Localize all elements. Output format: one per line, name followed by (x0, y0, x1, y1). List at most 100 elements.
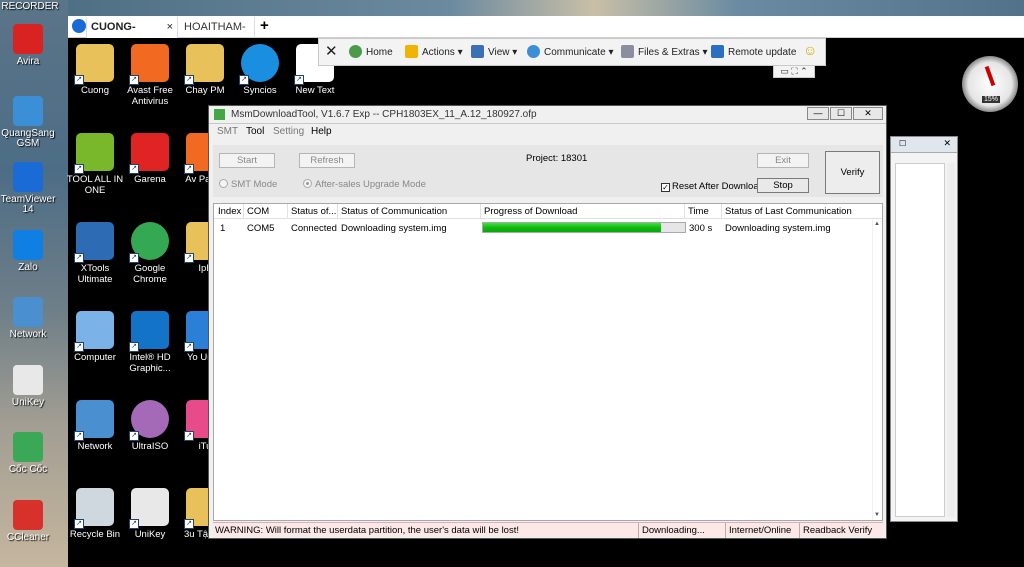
table-row[interactable]: 1 COM5 Connected Downloading system.img … (214, 220, 882, 236)
after-sales-mode-label: After-sales Upgrade Mode (315, 179, 426, 190)
menu-smt[interactable]: SMT (217, 126, 238, 137)
android-icon: ↗ (74, 133, 114, 174)
control-panel: Start Refresh Project: 18301 Exit Verify… (213, 145, 883, 197)
desktop-shortcut-label: UniKey (134, 529, 166, 540)
desktop-shortcut[interactable]: TeamViewer 14 (0, 162, 56, 215)
cell-com: COM5 (247, 223, 275, 234)
desktop-shortcut[interactable]: ↗ Chay PM (176, 44, 234, 97)
desktop-shortcut[interactable]: ↗ Syncios (231, 44, 289, 97)
feedback-smiley-icon[interactable]: ☺ (803, 42, 817, 58)
desktop-shortcut-label: Syncios (243, 85, 277, 96)
desktop-shortcut[interactable]: ↗ Intel® HD Graphic... (121, 311, 179, 374)
desktop-shortcut[interactable]: ↗ UniKey (121, 488, 179, 541)
avira-icon (13, 24, 43, 54)
desktop-shortcut-label: CCleaner (6, 532, 50, 543)
scroll-down-icon[interactable]: ▼ (874, 512, 880, 518)
desktop-shortcut[interactable]: Zalo (0, 230, 56, 273)
column-header-com[interactable]: COM (247, 206, 269, 217)
close-session-button[interactable]: ✕ (325, 42, 338, 60)
close-icon[interactable]: ✕ (943, 138, 951, 149)
view-menu[interactable]: View ▾ (471, 45, 517, 58)
desktop-shortcut-label: Avast Free Antivirus (127, 85, 173, 107)
desktop-shortcut[interactable]: ↗ Avast Free Antivirus (121, 44, 179, 107)
app-download-icon (214, 109, 225, 120)
desktop-shortcut[interactable]: Network (0, 297, 56, 340)
cell-status: Connected (291, 223, 337, 234)
scrollbar[interactable] (947, 163, 955, 517)
desktop-shortcut[interactable]: UniKey (0, 365, 56, 408)
shortcut-arrow-icon: ↗ (184, 519, 194, 529)
column-header-index[interactable]: Index (218, 206, 241, 217)
desktop-shortcut-label: Cuong (81, 85, 109, 96)
column-header-status[interactable]: Status of... (291, 206, 336, 217)
after-sales-mode-radio[interactable]: After-sales Upgrade Mode (303, 179, 426, 190)
shortcut-arrow-icon: ↗ (184, 253, 194, 263)
shortcut-arrow-icon: ↗ (74, 431, 84, 441)
desktop-shortcut[interactable]: ↗ Google Chrome (121, 222, 179, 285)
actions-menu[interactable]: Actions ▾ (405, 45, 463, 58)
tab-hoaitham-pc[interactable]: HOAITHAM-PC (180, 17, 255, 53)
menu-help[interactable]: Help (311, 126, 332, 137)
unikey-icon (13, 365, 43, 395)
desktop-shortcut-label: UniKey (11, 397, 45, 408)
desktop-shortcut-label: XTools Ultimate (77, 263, 113, 285)
desktop-shortcut-label: Cốc Cốc (8, 464, 48, 475)
communicate-menu[interactable]: Communicate ▾ (527, 45, 614, 58)
menu-tool[interactable]: Tool (246, 126, 264, 137)
reset-after-download-checkbox[interactable]: ✓ Reset After Download (661, 181, 764, 192)
reset-after-download-label: Reset After Download (672, 181, 764, 192)
table-scrollbar[interactable]: ▲ ▼ (872, 219, 882, 520)
start-button[interactable]: Start (219, 153, 275, 168)
desktop-shortcut[interactable]: Cốc Cốc (0, 432, 56, 475)
files-extras-menu[interactable]: Files & Extras ▾ (621, 45, 707, 58)
remote-update-button[interactable]: Remote update (711, 45, 796, 58)
desktop-shortcut[interactable]: ↗ Recycle Bin (66, 488, 124, 541)
desktop-shortcut[interactable]: CCleaner (0, 500, 56, 543)
shortcut-arrow-icon: ↗ (294, 75, 304, 85)
maximize-icon[interactable]: ☐ (899, 139, 906, 148)
menu-setting[interactable]: Setting (273, 126, 304, 137)
desktop-shortcut[interactable]: ↗ Garena (121, 133, 179, 186)
stop-button[interactable]: Stop (757, 178, 809, 193)
desktop-shortcut[interactable]: ↗ Network (66, 400, 124, 453)
desktop-shortcut-label: Chay PM (185, 85, 225, 96)
minimize-button[interactable]: — (807, 107, 829, 120)
column-header-status-communication[interactable]: Status of Communication (341, 206, 447, 217)
tab-cuong-mobile[interactable]: CUONG-MOBILE × (86, 17, 178, 53)
exit-button[interactable]: Exit (757, 153, 809, 168)
desktop-shortcut[interactable]: ↗ UltraISO (121, 400, 179, 453)
refresh-button[interactable]: Refresh (299, 153, 355, 168)
syncios-icon: ↗ (239, 44, 279, 85)
shortcut-arrow-icon: ↗ (239, 75, 249, 85)
desktop-shortcut[interactable]: QuangSang GSM (0, 96, 56, 149)
add-tab-button[interactable]: + (260, 17, 269, 35)
project-label: Project: 18301 (526, 153, 588, 164)
scroll-up-icon[interactable]: ▲ (874, 221, 880, 227)
close-tab-icon[interactable]: × (167, 17, 173, 37)
toolbar-collapse-controls[interactable]: ▭ ⛶ ⌃ (773, 66, 815, 78)
radio-icon (219, 179, 228, 188)
column-header-time[interactable]: Time (688, 206, 709, 217)
desktop-shortcut-label: Garena (134, 174, 166, 185)
desktop-shortcut-label: Avira (16, 56, 40, 67)
home-button[interactable]: Home (349, 45, 393, 58)
close-button[interactable]: ✕ (853, 107, 883, 120)
cell-last-communication: Downloading system.img (725, 223, 831, 234)
desktop-shortcut[interactable]: ↗ TOOL ALL IN ONE (66, 133, 124, 196)
desktop-shortcut-label: New Text (295, 85, 335, 96)
download-icon (711, 45, 724, 58)
column-header-last-communication[interactable]: Status of Last Communication (725, 206, 852, 217)
network-icon: ↗ (74, 400, 114, 441)
verify-button[interactable]: Verify (825, 151, 880, 194)
maximize-button[interactable]: ☐ (830, 107, 852, 120)
desktop-shortcut[interactable]: ↗ XTools Ultimate (66, 222, 124, 285)
readback-verify: Readback Verify (803, 525, 873, 536)
shortcut-arrow-icon: ↗ (129, 253, 139, 263)
desktop-shortcut[interactable]: Avira (0, 24, 56, 67)
desktop-shortcut[interactable]: ↗ Cuong (66, 44, 124, 97)
column-header-progress[interactable]: Progress of Download (484, 206, 577, 217)
outer-desktop: RECORDER Avira QuangSang GSM TeamViewer 14… (0, 0, 68, 567)
desktop-shortcut[interactable]: ↗ Computer (66, 311, 124, 364)
smt-mode-radio[interactable]: SMT Mode (219, 179, 277, 190)
status-bar: WARNING: Will format the userdata partit… (213, 522, 883, 538)
